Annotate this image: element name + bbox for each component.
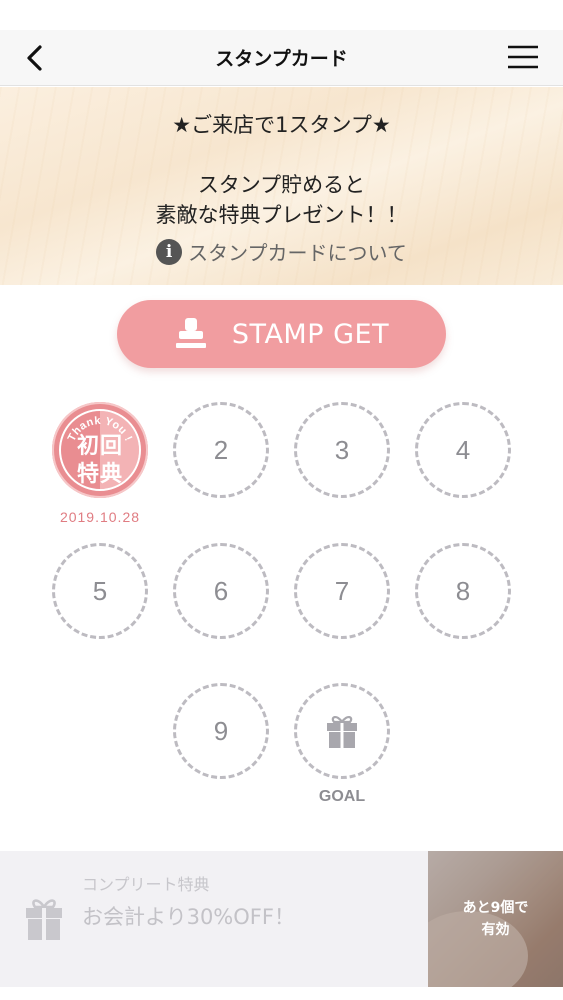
stamp-slot-2: 2 bbox=[173, 402, 269, 498]
first-stamp-date: 2019.10.28 bbox=[59, 509, 141, 525]
first-stamp-line2: 特典 bbox=[76, 462, 123, 487]
status-bar bbox=[0, 0, 563, 30]
hamburger-menu-icon bbox=[508, 45, 538, 69]
banner-message-line1: スタンプ貯めると bbox=[197, 173, 366, 197]
slot-number: 8 bbox=[455, 575, 471, 606]
slot-number: 3 bbox=[334, 434, 350, 465]
remaining-stamps-text: あと9個で 有効 bbox=[462, 900, 529, 938]
stamp-get-label: STAMP GET bbox=[231, 318, 390, 350]
stamp-slot-3: 3 bbox=[294, 402, 390, 498]
menu-button[interactable] bbox=[507, 44, 539, 72]
stamp-slot-goal bbox=[294, 683, 390, 779]
campaign-banner: ★ご来店で1スタンプ★ スタンプ貯めると 素敵な特典プレゼント！！ i スタンプ… bbox=[0, 87, 563, 285]
slot-number: 4 bbox=[455, 434, 471, 465]
stamp-slot-1-collected: Thank You ! 初回 特典 bbox=[52, 402, 148, 498]
page-title: スタンプカード bbox=[215, 48, 348, 70]
complete-reward-value: お会計より30%OFF！ bbox=[82, 905, 295, 929]
slot-number: 7 bbox=[334, 575, 350, 606]
navigation-bar: スタンプカード bbox=[0, 30, 563, 86]
stamp-get-button[interactable]: STAMP GET bbox=[117, 300, 446, 368]
slot-number: 5 bbox=[92, 575, 108, 606]
gift-icon bbox=[26, 899, 62, 940]
stamp-slot-9: 9 bbox=[173, 683, 269, 779]
gift-icon bbox=[327, 716, 357, 748]
complete-reward-label: コンプリート特典 bbox=[82, 875, 210, 894]
slot-number: 6 bbox=[213, 575, 229, 606]
about-stamp-card-label: スタンプカードについて bbox=[188, 241, 407, 265]
stamp-slot-5: 5 bbox=[52, 543, 148, 639]
banner-message-line2: 素敵な特典プレゼント！！ bbox=[155, 203, 408, 227]
about-stamp-card-link[interactable]: i スタンプカードについて bbox=[0, 237, 563, 266]
slot-number: 9 bbox=[213, 715, 229, 746]
stamp-slot-8: 8 bbox=[415, 543, 511, 639]
complete-reward-panel: コンプリート特典 お会計より30%OFF！ あと9個で 有効 bbox=[0, 851, 563, 987]
reward-photo: あと9個で 有効 bbox=[428, 851, 563, 987]
slot-number: 2 bbox=[213, 434, 229, 465]
stamp-slot-4: 4 bbox=[415, 402, 511, 498]
banner-headline: ★ご来店で1スタンプ★ bbox=[172, 113, 391, 137]
goal-label: GOAL bbox=[318, 788, 366, 805]
stamp-slot-6: 6 bbox=[173, 543, 269, 639]
info-icon: i bbox=[156, 238, 183, 265]
stamp-slot-7: 7 bbox=[294, 543, 390, 639]
stamp-icon bbox=[175, 318, 206, 348]
